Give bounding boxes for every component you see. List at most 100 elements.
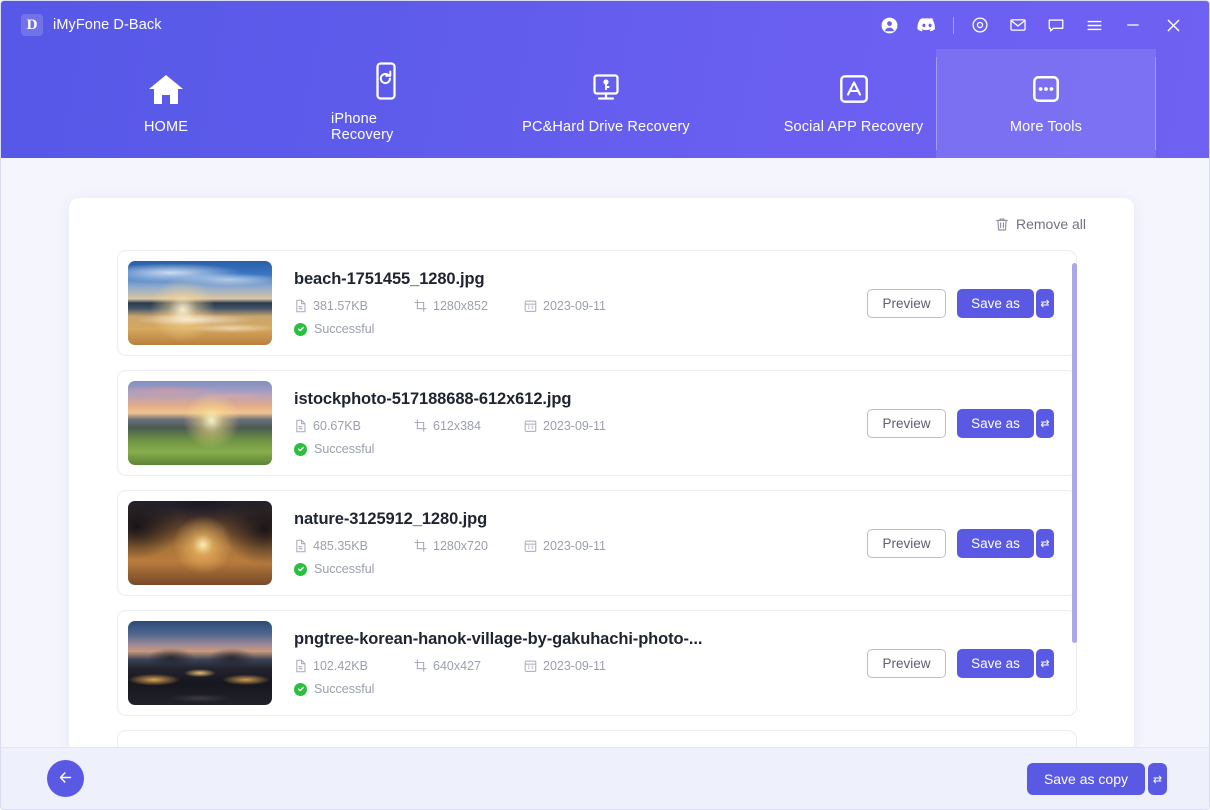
account-icon[interactable] [870,8,908,42]
file-row[interactable]: beach-1751455_1280.jpg 381.57KB 1280x852 20… [117,250,1077,356]
file-size: 485.35KB [313,539,368,553]
file-thumbnail [128,621,272,705]
target-icon[interactable] [961,8,999,42]
menu-icon[interactable] [1075,8,1113,42]
file-list-viewport: beach-1751455_1280.jpg 381.57KB 1280x852 20… [69,250,1134,753]
save-as-group: Save as ⇄ [957,528,1054,558]
file-row[interactable]: istockphoto-517188688-612x612.jpg 60.67KB… [117,370,1077,476]
save-as-swap-icon[interactable]: ⇄ [1036,648,1054,678]
check-circle-icon [294,322,307,336]
check-circle-icon [294,682,307,696]
file-meta: 381.57KB 1280x852 2023-09-11 [294,299,867,313]
file-info: istockphoto-517188688-612x612.jpg 60.67KB… [272,390,867,456]
file-meta: 102.42KB 640x427 2023-09-11 [294,659,867,673]
status-label: Successful [314,562,375,576]
close-icon[interactable] [1153,8,1193,42]
remove-all-label: Remove all [1015,216,1086,232]
preview-button[interactable]: Preview [867,288,946,318]
file-name: istockphoto-517188688-612x612.jpg [294,390,572,408]
file-icon [294,299,307,313]
save-as-swap-icon[interactable]: ⇄ [1036,408,1054,438]
app-window: D iMyFone D-Back HOME iPhone Recovery PC… [0,0,1210,810]
file-size: 381.57KB [313,299,368,313]
file-name: beach-1751455_1280.jpg [294,270,485,288]
home-icon [147,69,185,109]
file-status: Successful [294,682,867,696]
file-size: 102.42KB [313,659,368,673]
check-circle-icon [294,562,307,576]
ellipsis-box-icon [1029,69,1063,109]
file-list-scrollbar[interactable] [1072,260,1077,753]
minimize-icon[interactable] [1113,8,1153,42]
nav-item-more-tools[interactable]: More Tools [936,49,1156,158]
save-as-copy-swap-icon[interactable]: ⇄ [1148,763,1167,795]
save-as-button[interactable]: Save as [957,288,1034,318]
footer-actions: Save as copy ⇄ [1026,763,1167,795]
file-icon [294,539,307,553]
calendar-icon [524,419,537,433]
nav-item-iphone-recovery[interactable]: iPhone Recovery [331,49,441,158]
file-row-actions: Preview Save as ⇄ [867,288,1076,318]
file-dimensions: 1280x852 [433,299,488,313]
save-as-button[interactable]: Save as [957,528,1034,558]
file-icon [294,659,307,673]
crop-icon [414,659,427,673]
file-row[interactable]: pngtree-korean-hanok-village-by-gakuhach… [117,610,1077,716]
app-logo: D [21,14,43,36]
file-info: nature-3125912_1280.jpg 485.35KB 1280x720 2… [272,510,867,576]
preview-button[interactable]: Preview [867,408,946,438]
save-as-swap-icon[interactable]: ⇄ [1036,288,1054,318]
file-list: beach-1751455_1280.jpg 381.57KB 1280x852 20… [117,250,1077,753]
mail-icon[interactable] [999,8,1037,42]
file-meta: 60.67KB 612x384 2023-09-11 [294,419,867,433]
crop-icon [414,299,427,313]
file-dimensions: 640x427 [433,659,481,673]
status-label: Successful [314,682,375,696]
save-as-swap-icon[interactable]: ⇄ [1036,528,1054,558]
status-label: Successful [314,322,375,336]
nav-label-home: HOME [143,118,189,135]
calendar-icon [524,539,537,553]
titlebar-divider [953,16,954,34]
preview-button[interactable]: Preview [867,648,946,678]
nav-item-social-app-recovery[interactable]: Social APP Recovery [771,49,936,158]
status-label: Successful [314,442,375,456]
save-as-group: Save as ⇄ [957,648,1054,678]
discord-icon[interactable] [908,8,946,42]
save-as-button[interactable]: Save as [957,648,1034,678]
preview-button[interactable]: Preview [867,528,946,558]
recovered-files-panel: Remove all beach-1751455_1280.jpg 381.57K… [69,198,1134,753]
nav-label-pc-hard-drive-recovery: PC&Hard Drive Recovery [522,118,690,135]
titlebar-icons [870,8,1193,42]
nav-item-pc-hard-drive-recovery[interactable]: PC&Hard Drive Recovery [441,49,771,158]
back-button[interactable] [47,760,84,797]
file-dimensions: 612x384 [433,419,481,433]
content-area: Remove all beach-1751455_1280.jpg 381.57K… [1,158,1209,809]
phone-refresh-icon [371,61,401,101]
file-row[interactable]: nature-3125912_1280.jpg 485.35KB 1280x720 2… [117,490,1077,596]
file-status: Successful [294,442,867,456]
nav-item-home[interactable]: HOME [1,49,331,158]
app-title: iMyFone D-Back [53,17,162,33]
panel-toolbar: Remove all [69,198,1134,250]
file-thumbnail [128,501,272,585]
trash-icon [995,217,1009,232]
file-dimensions: 1280x720 [433,539,488,553]
remove-all-button[interactable]: Remove all [995,216,1086,232]
file-date: 2023-09-11 [543,659,607,673]
save-as-button[interactable]: Save as [957,408,1034,438]
save-as-group: Save as ⇄ [957,288,1054,318]
monitor-key-icon [587,69,625,109]
file-status: Successful [294,562,867,576]
save-as-group: Save as ⇄ [957,408,1054,438]
nav-label-social-app-recovery: Social APP Recovery [783,118,924,135]
appstore-icon [837,69,871,109]
file-thumbnail [128,261,272,345]
file-name: pngtree-korean-hanok-village-by-gakuhach… [294,630,703,648]
scrollbar-thumb[interactable] [1072,263,1077,643]
save-as-copy-button[interactable]: Save as copy [1026,763,1145,795]
file-date: 2023-09-11 [543,419,607,433]
main-nav: HOME iPhone Recovery PC&Hard Drive Recov… [1,49,1209,158]
check-circle-icon [294,442,307,456]
chat-icon[interactable] [1037,8,1075,42]
